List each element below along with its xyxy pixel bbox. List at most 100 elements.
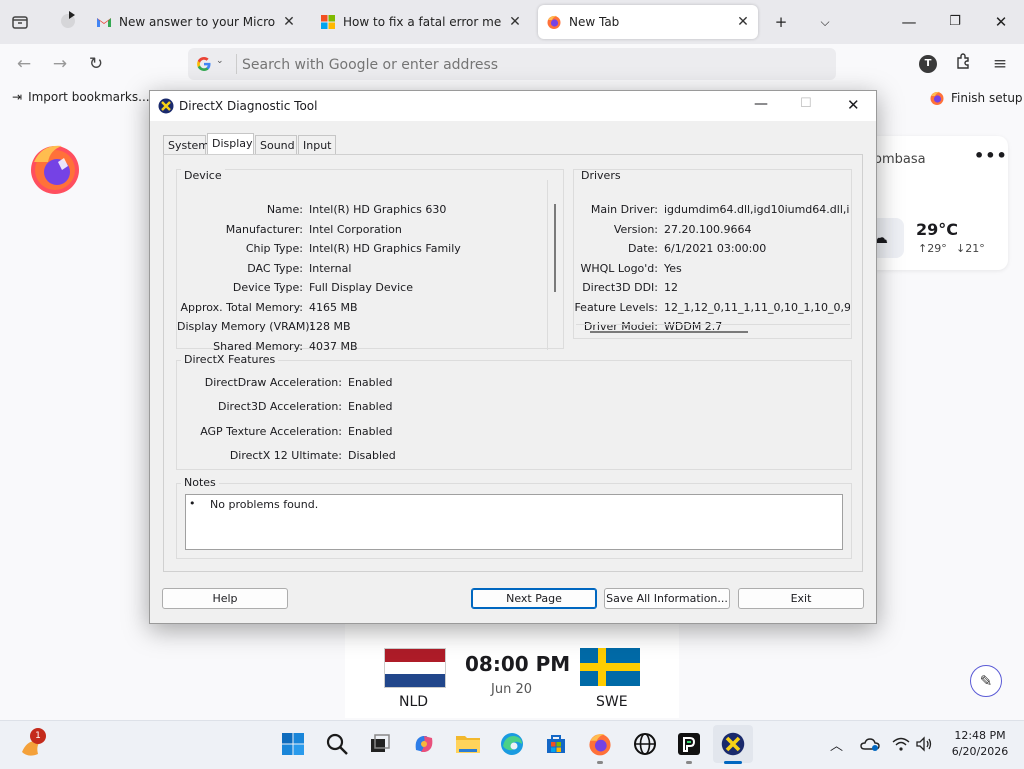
firefox-taskbar-button[interactable] (584, 728, 616, 760)
pencil-icon: ✎ (979, 672, 993, 690)
more-options-icon[interactable]: ••• (974, 146, 1008, 165)
profile-avatar[interactable]: T (919, 55, 937, 73)
edge-button[interactable] (496, 728, 528, 760)
search-button[interactable] (321, 728, 353, 760)
driver-label: Direct3D DDI: (582, 281, 658, 295)
back-icon[interactable]: ← (12, 52, 36, 76)
driver-row: Main Driver: igdumdim64.dll,igd10iumd64.d… (574, 200, 851, 220)
drivers-hscrollbar[interactable] (576, 324, 850, 338)
chevron-down-icon[interactable]: ⌵ (810, 10, 840, 34)
search-input[interactable] (240, 52, 824, 78)
driver-label: Version: (613, 222, 658, 236)
minimize-icon[interactable]: — (894, 10, 924, 34)
finish-setup-button[interactable]: Finish setup (929, 90, 1023, 106)
menu-icon[interactable]: ≡ (988, 52, 1012, 76)
volume-icon[interactable] (915, 736, 933, 755)
help-button[interactable]: Help (162, 588, 288, 609)
feature-row: DirectX 12 Ultimate: Disabled (177, 444, 577, 469)
device-label: Display Memory (VRAM): (177, 320, 314, 334)
extensions-icon[interactable] (952, 52, 976, 76)
feature-value: Enabled (348, 424, 393, 438)
onedrive-icon[interactable] (860, 736, 880, 755)
tab-fatal-error[interactable]: How to fix a fatal error messege ✕ (312, 5, 530, 39)
device-value: Intel(R) HD Graphics Family (309, 242, 461, 256)
task-view-button[interactable] (364, 728, 396, 760)
gmail-icon (97, 18, 111, 27)
close-window-icon[interactable]: ✕ (986, 10, 1016, 34)
file-explorer-button[interactable] (452, 728, 484, 760)
exit-button[interactable]: Exit (738, 588, 864, 609)
copilot-button[interactable] (408, 728, 440, 760)
device-scrollbar[interactable] (547, 180, 564, 350)
store-button[interactable] (540, 728, 572, 760)
wifi-icon[interactable] (892, 736, 910, 755)
display-tab-panel: Device Name: Intel(R) HD Graphics 630 Man… (163, 154, 863, 572)
driver-row: Date: 6/1/2021 03:00:00 (574, 239, 851, 259)
device-value: 4165 MB (309, 300, 358, 314)
firefox-icon (589, 733, 611, 756)
clock[interactable]: 12:48 PM 6/20/2026 (944, 728, 1016, 760)
close-icon[interactable]: ✕ (847, 96, 860, 114)
tab-new-tab[interactable]: New Tab ✕ (538, 5, 758, 39)
scrollbar-thumb[interactable] (590, 331, 748, 333)
active-app-indicator (597, 761, 603, 764)
notes-box[interactable]: • No problems found. (185, 494, 843, 550)
address-bar[interactable]: ⌄ (188, 48, 836, 80)
device-value: Intel Corporation (309, 222, 402, 236)
start-button[interactable] (277, 728, 309, 760)
close-tab-icon[interactable]: ✕ (736, 14, 750, 30)
tab-sound[interactable]: Sound (255, 135, 297, 154)
google-icon (197, 57, 211, 71)
device-label: Device Type: (232, 281, 303, 295)
feature-label: Direct3D Acceleration: (218, 400, 342, 414)
forward-icon[interactable]: → (48, 52, 72, 76)
tab-gmail[interactable]: New answer to your Microsoft C ✕ (88, 5, 304, 39)
driver-label: Main Driver: (590, 203, 658, 217)
device-list: Name: Intel(R) HD Graphics 630 Manufactur… (177, 200, 557, 356)
reload-icon[interactable]: ↻ (84, 52, 108, 76)
feature-label: DirectDraw Acceleration: (204, 375, 342, 389)
weather-location: ombasa (874, 152, 926, 167)
tab-display[interactable]: Display (207, 133, 254, 154)
match-widget[interactable]: NLD 08:00 PM Jun 20 SWE (345, 622, 679, 718)
scrollbar-thumb[interactable] (554, 204, 556, 292)
edge-icon (501, 733, 523, 755)
clock-time: 12:48 PM (954, 729, 1006, 742)
show-hidden-icons[interactable]: ︿ (830, 735, 843, 754)
weather-high: ↑29° (918, 242, 947, 255)
restore-icon[interactable]: ❐ (940, 10, 970, 34)
drivers-group-title: Drivers (578, 170, 624, 182)
next-page-button[interactable]: Next Page (471, 588, 597, 609)
edit-shortcuts-button[interactable]: ✎ (970, 665, 1002, 697)
close-tab-icon[interactable]: ✕ (508, 14, 522, 30)
media-play-icon[interactable] (58, 8, 84, 34)
device-label: Manufacturer: (225, 222, 303, 236)
minimize-icon[interactable]: — (754, 96, 768, 112)
features-list: DirectDraw Acceleration: Enabled Direct3D… (177, 370, 577, 468)
driver-row: Version: 27.20.100.9664 (574, 220, 851, 240)
maximize-icon[interactable]: ☐ (800, 96, 812, 111)
new-tab-icon[interactable]: + (766, 10, 796, 34)
tab-list-icon[interactable] (10, 12, 30, 32)
tab-system[interactable]: System (163, 135, 209, 154)
search-icon (326, 733, 348, 755)
close-tab-icon[interactable]: ✕ (282, 14, 296, 30)
features-group-title: DirectX Features (181, 353, 279, 366)
device-value: Intel(R) HD Graphics 630 (309, 203, 447, 217)
dxdiag-taskbar-button[interactable] (713, 725, 753, 763)
device-value: Internal (309, 261, 352, 275)
folder-icon (456, 736, 480, 753)
widgets-button[interactable]: 1 (18, 728, 48, 760)
chevron-down-icon[interactable]: ⌄ (216, 56, 224, 66)
dxdiag-title-bar[interactable]: DirectX Diagnostic Tool — ☐ ✕ (150, 91, 876, 121)
active-app-indicator (686, 761, 692, 764)
windows-logo-icon (321, 15, 335, 29)
terminal-app-button[interactable] (673, 728, 705, 760)
driver-value: 12 (664, 281, 678, 295)
tab-input[interactable]: Input (298, 135, 336, 154)
save-all-information-button[interactable]: Save All Information... (604, 588, 730, 609)
import-bookmarks-button[interactable]: ⇥ Import bookmarks... (12, 90, 150, 104)
directx-features-group: DirectX Features DirectDraw Acceleration… (176, 353, 852, 470)
globe-app-button[interactable] (629, 728, 661, 760)
device-label: DAC Type: (247, 261, 303, 275)
